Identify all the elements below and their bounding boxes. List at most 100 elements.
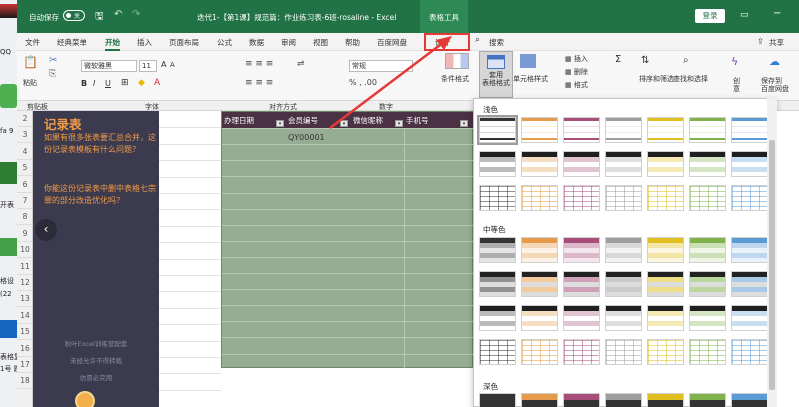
- row-header[interactable]: 8: [17, 209, 33, 226]
- undo-icon[interactable]: ↶: [114, 9, 122, 20]
- excel-file-icon[interactable]: [0, 162, 17, 184]
- baidu-pan-icon[interactable]: ☁: [769, 55, 780, 68]
- paste-button[interactable]: 粘贴: [23, 78, 37, 88]
- table-style-swatch[interactable]: [689, 237, 726, 263]
- table-style-swatch[interactable]: [605, 271, 642, 297]
- row-header[interactable]: 18: [17, 373, 33, 390]
- table-style-swatch[interactable]: [605, 305, 642, 331]
- table-style-swatch[interactable]: [477, 115, 518, 145]
- table-style-swatch[interactable]: [647, 185, 684, 211]
- table-style-swatch[interactable]: [563, 271, 600, 297]
- menu-file[interactable]: 文件: [25, 37, 40, 48]
- number-format-select[interactable]: 常规: [349, 60, 413, 72]
- row-header[interactable]: 4: [17, 144, 33, 160]
- row-header[interactable]: 13: [17, 291, 33, 308]
- table-style-swatch[interactable]: [689, 117, 726, 143]
- member-id-cell[interactable]: QY00001: [288, 133, 325, 142]
- table-style-swatch[interactable]: [689, 151, 726, 177]
- minimize-icon[interactable]: −: [773, 8, 781, 19]
- filter-dropdown-icon[interactable]: ▾: [395, 120, 403, 127]
- menu-home[interactable]: 开始: [105, 37, 120, 51]
- conditional-format-button[interactable]: 条件格式: [441, 74, 469, 84]
- table-style-swatch[interactable]: [521, 393, 558, 407]
- row-header[interactable]: 9: [17, 226, 33, 242]
- fill-color-icon[interactable]: ◆: [138, 78, 145, 88]
- table-style-swatch[interactable]: [689, 305, 726, 331]
- italic-button[interactable]: I: [93, 79, 95, 88]
- format-as-table-button[interactable]: 套用 表格格式: [479, 51, 513, 98]
- login-button[interactable]: 登录: [695, 9, 725, 23]
- menu-page-layout[interactable]: 页面布局: [169, 37, 199, 48]
- gallery-scroll-thumb[interactable]: [769, 140, 775, 390]
- sort-filter-icon[interactable]: ⇅: [641, 55, 649, 66]
- app-icon[interactable]: [0, 84, 17, 108]
- align-top-icon[interactable]: ≡ ≡ ≡: [245, 59, 273, 69]
- table-style-swatch[interactable]: [479, 339, 516, 365]
- app-icon[interactable]: [0, 4, 17, 18]
- table-style-swatch[interactable]: [563, 237, 600, 263]
- row-header[interactable]: 12: [17, 275, 33, 291]
- table-style-swatch[interactable]: [563, 393, 600, 407]
- table-style-swatch[interactable]: [563, 339, 600, 365]
- menu-design[interactable]: 设计: [435, 37, 450, 48]
- menu-insert[interactable]: 插入: [137, 37, 152, 48]
- table-style-swatch[interactable]: [605, 237, 642, 263]
- row-header[interactable]: 11: [17, 259, 33, 275]
- table-style-swatch[interactable]: [479, 185, 516, 211]
- excel-file-icon[interactable]: [0, 238, 17, 256]
- save-icon[interactable]: 🖫: [95, 9, 104, 26]
- increase-font-icon[interactable]: A: [161, 60, 166, 69]
- table-style-swatch[interactable]: [647, 271, 684, 297]
- menu-classic[interactable]: 经典菜单: [57, 37, 87, 48]
- table-style-swatch[interactable]: [731, 237, 768, 263]
- table-style-swatch[interactable]: [647, 117, 684, 143]
- table-style-swatch[interactable]: [605, 339, 642, 365]
- copy-icon[interactable]: ⎘: [49, 69, 56, 79]
- filter-dropdown-icon[interactable]: ▾: [276, 120, 284, 127]
- table-style-swatch[interactable]: [563, 305, 600, 331]
- font-name-select[interactable]: 微软雅黑: [81, 60, 137, 72]
- table-style-swatch[interactable]: [731, 339, 768, 365]
- filter-dropdown-icon[interactable]: ▾: [460, 120, 468, 127]
- table-style-swatch[interactable]: [647, 339, 684, 365]
- format-cells-button[interactable]: ▦ 格式: [565, 80, 588, 90]
- sort-filter-button[interactable]: 排序和筛选: [639, 74, 674, 84]
- menu-formulas[interactable]: 公式: [217, 37, 232, 48]
- row-header[interactable]: 2: [17, 111, 33, 127]
- menu-data[interactable]: 数据: [249, 37, 264, 48]
- cut-icon[interactable]: ✂: [49, 55, 57, 66]
- row-header[interactable]: 7: [17, 193, 33, 209]
- paste-icon[interactable]: 📋: [23, 55, 38, 69]
- table-style-swatch[interactable]: [731, 117, 768, 143]
- table-style-swatch[interactable]: [731, 305, 768, 331]
- table-style-swatch[interactable]: [605, 393, 642, 407]
- redo-icon[interactable]: ↷: [132, 9, 140, 20]
- insert-cells-button[interactable]: ▦ 插入: [565, 54, 588, 64]
- table-style-swatch[interactable]: [521, 305, 558, 331]
- table-style-swatch[interactable]: [605, 151, 642, 177]
- font-size-select[interactable]: 11: [139, 60, 157, 72]
- save-to-pan-button[interactable]: 保存到 百度网盘: [761, 77, 789, 93]
- table-style-swatch[interactable]: [479, 305, 516, 331]
- menu-review[interactable]: 审阅: [281, 37, 296, 48]
- conditional-format-icon[interactable]: [445, 53, 469, 69]
- header-member-id[interactable]: 会员编号: [288, 115, 318, 126]
- menu-search[interactable]: 搜索: [489, 37, 504, 48]
- share-button[interactable]: 共享: [769, 37, 784, 48]
- row-header[interactable]: 15: [17, 324, 33, 341]
- table-style-swatch[interactable]: [521, 117, 558, 143]
- share-icon[interactable]: ⇪: [757, 37, 764, 46]
- menu-help[interactable]: 帮助: [345, 37, 360, 48]
- row-header[interactable]: 17: [17, 357, 33, 373]
- table-style-swatch[interactable]: [563, 185, 600, 211]
- table-style-swatch[interactable]: [479, 393, 516, 407]
- table-style-swatch[interactable]: [731, 151, 768, 177]
- word-file-icon[interactable]: [0, 320, 17, 338]
- data-table[interactable]: 办理日期 ▾ 会员编号 ▾ 微信昵称 ▾ 手机号 ▾ QY00001: [221, 111, 474, 368]
- table-style-swatch[interactable]: [689, 271, 726, 297]
- row-header[interactable]: 16: [17, 341, 33, 357]
- table-style-swatch[interactable]: [563, 151, 600, 177]
- table-style-swatch[interactable]: [521, 185, 558, 211]
- find-select-button[interactable]: 查找和选择: [673, 74, 708, 84]
- table-style-swatch[interactable]: [479, 271, 516, 297]
